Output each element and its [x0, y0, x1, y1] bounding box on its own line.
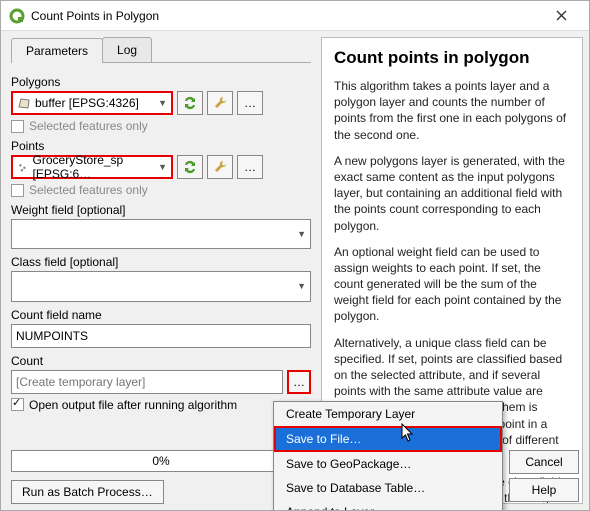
chevron-down-icon: ▼	[297, 229, 306, 239]
chevron-down-icon: ▼	[158, 98, 167, 108]
desc-p1: This algorithm takes a points layer and …	[334, 78, 570, 143]
polygons-advanced-button[interactable]	[207, 91, 233, 115]
desc-title: Count points in polygon	[334, 48, 570, 68]
output-context-menu: Create Temporary Layer Save to File… Sav…	[273, 401, 503, 511]
titlebar: Count Points in Polygon	[1, 1, 589, 31]
polygons-iterate-button[interactable]	[177, 91, 203, 115]
tab-parameters[interactable]: Parameters	[11, 38, 103, 63]
window-title: Count Points in Polygon	[31, 9, 541, 23]
iterate-icon	[182, 159, 198, 175]
help-button[interactable]: Help	[509, 478, 579, 502]
points-label: Points	[11, 139, 311, 153]
weight-label: Weight field [optional]	[11, 203, 311, 217]
tab-bar: Parameters Log	[11, 37, 311, 63]
points-select-button[interactable]: …	[237, 155, 263, 179]
points-value: GroceryStore_sp [EPSG:6…	[33, 153, 159, 181]
points-selected-only-checkbox[interactable]	[11, 184, 24, 197]
ellipsis-icon: …	[244, 96, 256, 110]
wrench-icon	[212, 159, 228, 175]
qgis-logo-icon	[9, 8, 25, 24]
point-layer-icon	[17, 161, 29, 173]
polygons-select-button[interactable]: …	[237, 91, 263, 115]
ellipsis-icon: …	[244, 160, 256, 174]
progress-bar: 0%	[11, 450, 311, 472]
polygon-layer-icon	[17, 97, 31, 109]
countname-label: Count field name	[11, 308, 311, 322]
count-output-browse-button[interactable]: …	[287, 370, 311, 394]
run-batch-button[interactable]: Run as Batch Process…	[11, 480, 164, 504]
count-output-input[interactable]	[11, 370, 283, 394]
points-iterate-button[interactable]	[177, 155, 203, 179]
polygons-combo[interactable]: buffer [EPSG:4326] ▼	[11, 91, 173, 115]
chevron-down-icon: ▼	[297, 281, 306, 291]
dialog-window: Count Points in Polygon Parameters Log P…	[0, 0, 590, 511]
class-label: Class field [optional]	[11, 255, 311, 269]
open-output-label: Open output file after running algorithm	[29, 398, 237, 412]
polygons-value: buffer [EPSG:4326]	[35, 96, 139, 110]
close-icon	[556, 10, 567, 21]
polygons-selected-only-label: Selected features only	[29, 119, 148, 133]
polygons-selected-only-checkbox[interactable]	[11, 120, 24, 133]
close-button[interactable]	[541, 2, 581, 30]
menu-save-db[interactable]: Save to Database Table…	[274, 476, 502, 500]
points-selected-only-label: Selected features only	[29, 183, 148, 197]
progress-text: 0%	[152, 454, 169, 468]
menu-save-file[interactable]: Save to File…	[274, 426, 502, 452]
chevron-down-icon: ▼	[158, 162, 167, 172]
iterate-icon	[182, 95, 198, 111]
desc-p3: An optional weight field can be used to …	[334, 244, 570, 325]
wrench-icon	[212, 95, 228, 111]
tab-log[interactable]: Log	[102, 37, 152, 62]
menu-save-geopackage[interactable]: Save to GeoPackage…	[274, 452, 502, 476]
desc-p2: A new polygons layer is generated, with …	[334, 153, 570, 234]
count-label: Count	[11, 354, 311, 368]
points-advanced-button[interactable]	[207, 155, 233, 179]
menu-create-temp[interactable]: Create Temporary Layer	[274, 402, 502, 426]
class-combo[interactable]: ▼	[11, 271, 311, 301]
countname-input[interactable]	[11, 324, 311, 348]
ellipsis-icon: …	[293, 375, 305, 389]
cancel-button[interactable]: Cancel	[509, 450, 579, 474]
polygons-label: Polygons	[11, 75, 311, 89]
open-output-checkbox[interactable]	[11, 398, 24, 411]
weight-combo[interactable]: ▼	[11, 219, 311, 249]
menu-append-layer[interactable]: Append to Layer…	[274, 500, 502, 511]
points-combo[interactable]: GroceryStore_sp [EPSG:6… ▼	[11, 155, 173, 179]
